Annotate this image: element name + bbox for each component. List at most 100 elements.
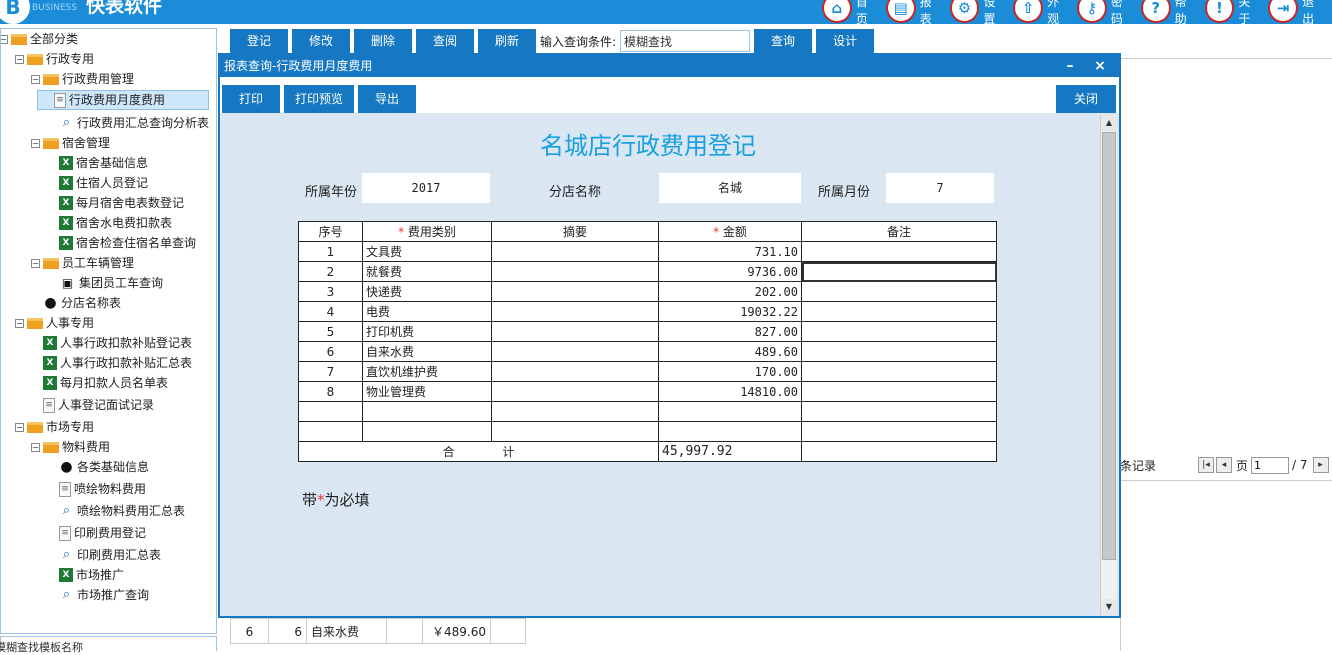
tree-node[interactable]: ≡ 喷绘物料费用 [47, 479, 146, 499]
tree-node[interactable]: ⌕ 行政费用汇总查询分析表 [47, 113, 209, 133]
collapse-icon[interactable]: − [31, 74, 40, 84]
cell-amount[interactable] [658, 401, 802, 422]
table-row[interactable]: 1 文具费 731.10 [298, 241, 997, 262]
cell-summary[interactable] [491, 261, 659, 282]
cell-no[interactable]: 2 [298, 261, 363, 282]
cell-amount[interactable]: 19032.22 [658, 301, 802, 322]
scroll-down-icon[interactable]: ▼ [1101, 599, 1117, 615]
year-field[interactable]: 2017 [362, 173, 490, 203]
collapse-icon[interactable]: − [31, 138, 40, 148]
cell-category[interactable]: 文具费 [362, 241, 492, 262]
cell-category[interactable]: 直饮机维护费 [362, 361, 492, 382]
month-field[interactable]: 7 [886, 173, 994, 203]
cell-remark[interactable] [801, 261, 997, 282]
tree-node[interactable]: − 员工车辆管理 [31, 253, 134, 273]
collapse-icon[interactable]: − [31, 258, 40, 268]
cell-no[interactable]: 6 [298, 341, 363, 362]
cell-category[interactable] [362, 401, 492, 422]
register-button[interactable]: 登记 [230, 29, 288, 53]
nav-help[interactable]: ? 帮助 [1140, 0, 1199, 24]
tree-node[interactable]: X 住宿人员登记 [47, 173, 148, 193]
nav-appearance[interactable]: ⇧ 外观 [1013, 0, 1071, 24]
table-row[interactable]: 7 直饮机维护费 170.00 [298, 361, 997, 382]
prev-page-icon[interactable]: ◂ [1216, 457, 1233, 473]
tree-node[interactable]: X 市场推广 [47, 565, 124, 585]
cell-category[interactable]: 自来水费 [362, 341, 492, 362]
table-row[interactable]: 2 就餐费 9736.00 [298, 261, 997, 282]
cell-remark[interactable] [801, 401, 997, 422]
cell-category[interactable]: 电费 [362, 301, 492, 322]
cell-amount[interactable]: 170.00 [658, 361, 802, 382]
print-preview-button[interactable]: 打印预览 [284, 85, 354, 113]
cell-summary[interactable] [491, 321, 659, 342]
cell-no[interactable]: 8 [298, 381, 363, 402]
vertical-scrollbar[interactable]: ▲ ▼ [1100, 115, 1117, 615]
cell-remark[interactable] [801, 321, 997, 342]
tree-node[interactable]: − 全部分类 [1, 29, 78, 49]
view-button[interactable]: 查阅 [416, 29, 474, 53]
design-button[interactable]: 设计 [816, 29, 875, 53]
cell-remark[interactable] [801, 341, 997, 362]
cell-no[interactable] [298, 421, 363, 442]
cell-no[interactable]: 5 [298, 321, 363, 342]
tree-node[interactable]: − 行政专用 [15, 49, 94, 69]
cell-no[interactable]: 7 [298, 361, 363, 382]
nav-report[interactable]: ▤ 报表 [885, 0, 944, 24]
print-button[interactable]: 打印 [222, 85, 280, 113]
next-page-icon[interactable]: ▸ [1312, 457, 1329, 473]
nav-about[interactable]: ! 关于 [1204, 0, 1263, 24]
cell-remark[interactable] [801, 241, 997, 262]
tree-node[interactable]: X 宿舍水电费扣款表 [47, 213, 172, 233]
cell-amount[interactable]: 202.00 [658, 281, 802, 302]
tree-node[interactable]: X 每月宿舍电表数登记 [47, 193, 184, 213]
cell-remark[interactable] [801, 381, 997, 402]
tree-node[interactable]: ⌕ 喷绘物料费用汇总表 [47, 501, 185, 521]
cell-category[interactable]: 打印机费 [362, 321, 492, 342]
tree-node[interactable]: ● 分店名称表 [31, 293, 121, 313]
minimize-icon[interactable]: – [1060, 55, 1080, 77]
cell-remark[interactable] [801, 301, 997, 322]
dialog-close-button[interactable]: 关闭 [1056, 85, 1116, 113]
store-field[interactable]: 名城 [659, 173, 801, 203]
tree-node[interactable]: X 人事行政扣款补贴汇总表 [31, 353, 192, 373]
cell-remark[interactable] [801, 421, 997, 442]
tree-node[interactable]: X 每月扣款人员名单表 [31, 373, 168, 393]
cell-remark[interactable] [801, 361, 997, 382]
collapse-icon[interactable]: − [1, 34, 8, 44]
tree-node[interactable]: − 宿舍管理 [31, 133, 110, 153]
nav-password[interactable]: ⚷ 密码 [1077, 0, 1135, 24]
cell-no[interactable]: 4 [298, 301, 363, 322]
query-button[interactable]: 查询 [754, 29, 813, 53]
page-input[interactable] [1251, 456, 1290, 474]
table-row[interactable] [298, 401, 997, 422]
cell-category[interactable] [362, 421, 492, 442]
cell-category[interactable]: 物业管理费 [362, 381, 492, 402]
cell-no[interactable] [298, 401, 363, 422]
export-button[interactable]: 导出 [358, 85, 416, 113]
collapse-icon[interactable]: − [31, 442, 40, 452]
cell-amount[interactable]: 9736.00 [658, 261, 802, 282]
nav-home[interactable]: ⌂ 首页 [822, 0, 880, 24]
cell-remark[interactable] [801, 281, 997, 302]
tree-node[interactable]: X 宿舍基础信息 [47, 153, 148, 173]
tree-node[interactable]: − 市场专用 [15, 417, 94, 437]
template-search-panel[interactable]: 模糊查找模板名称 [0, 636, 217, 654]
nav-settings[interactable]: ⚙ 设置 [949, 0, 1008, 24]
first-page-icon[interactable]: |◂ [1198, 457, 1215, 473]
cell-amount[interactable]: 489.60 [658, 341, 802, 362]
tree-node[interactable]: ⌕ 印刷费用汇总表 [47, 545, 161, 565]
collapse-icon[interactable]: − [15, 318, 24, 328]
delete-button[interactable]: 删除 [354, 29, 412, 53]
tree-node[interactable]: − 物料费用 [31, 437, 110, 457]
tree-node[interactable]: ▣ 集团员工车查询 [47, 273, 163, 293]
tree-node[interactable]: ● 各类基础信息 [47, 457, 149, 477]
table-row[interactable]: 4 电费 19032.22 [298, 301, 997, 322]
query-input[interactable] [620, 30, 751, 52]
cell-summary[interactable] [491, 361, 659, 382]
collapse-icon[interactable]: − [15, 54, 24, 64]
cell-summary[interactable] [491, 301, 659, 322]
cell-category[interactable]: 就餐费 [362, 261, 492, 282]
cell-summary[interactable] [491, 401, 659, 422]
tree-node[interactable]: ≡ 印刷费用登记 [47, 523, 146, 543]
nav-exit[interactable]: ⇥ 退出 [1268, 0, 1326, 24]
